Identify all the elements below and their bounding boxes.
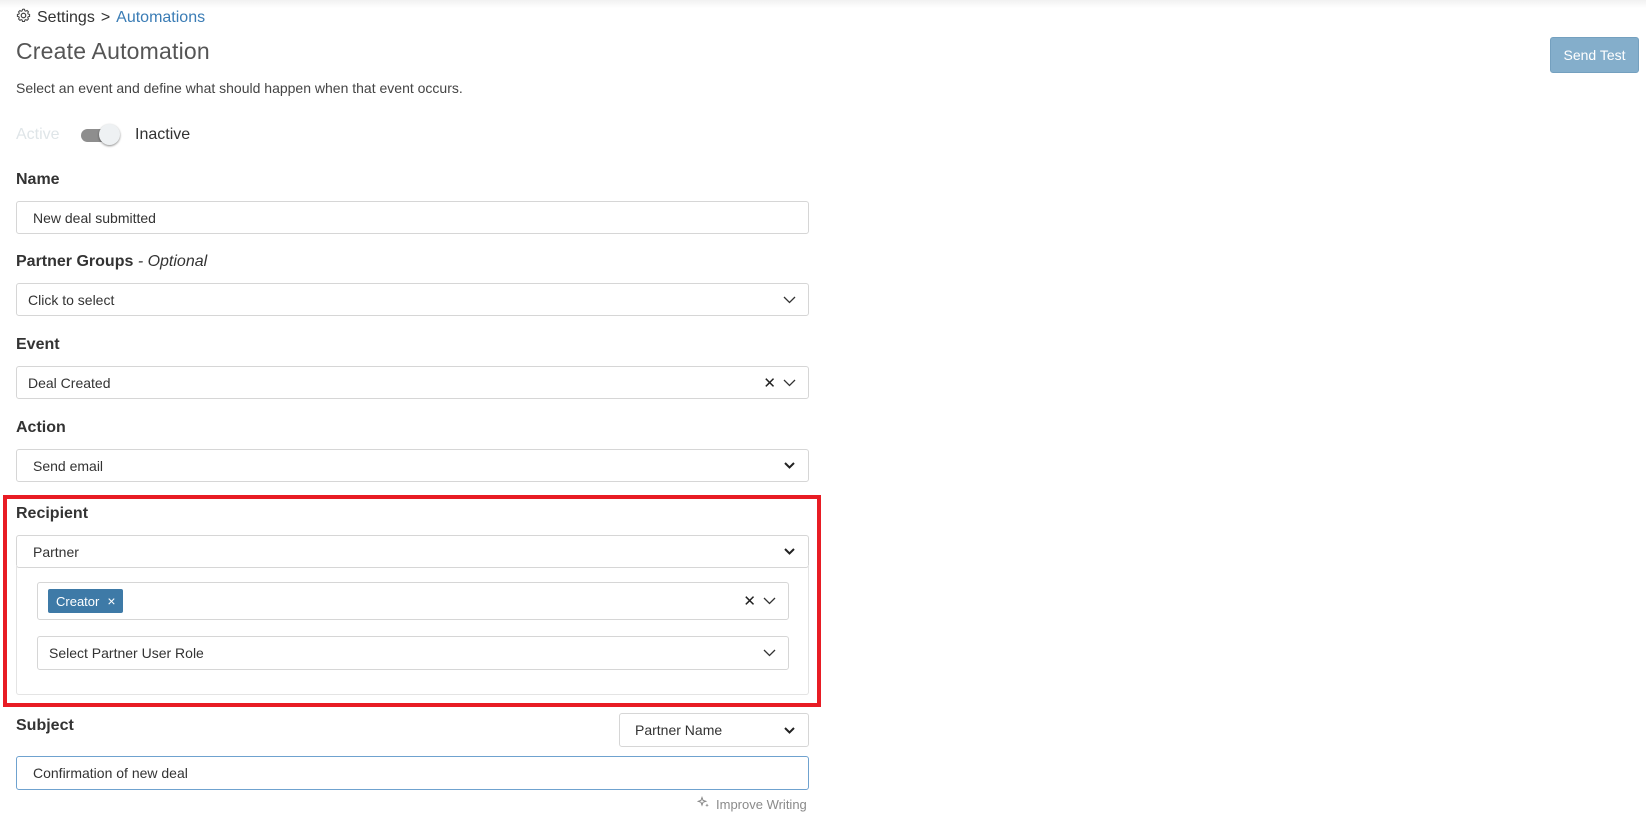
action-value: Send email	[33, 457, 104, 474]
chevron-down-icon[interactable]	[782, 376, 796, 390]
breadcrumb-automations-link[interactable]: Automations	[116, 9, 205, 27]
top-shadow	[0, 0, 1646, 8]
partner-groups-label: Partner Groups - Optional	[16, 253, 207, 271]
send-test-button[interactable]: Send Test	[1550, 37, 1639, 73]
name-label: Name	[16, 171, 60, 188]
action-select[interactable]: Send email	[16, 449, 809, 482]
subject-label: Subject	[16, 717, 74, 734]
chevron-down-icon[interactable]	[782, 723, 796, 737]
name-input[interactable]: New deal submitted	[16, 201, 809, 234]
chevron-down-icon[interactable]	[782, 459, 796, 473]
breadcrumb-separator: >	[100, 9, 111, 26]
improve-writing-label: Improve Writing	[716, 796, 807, 812]
event-label: Event	[16, 336, 60, 353]
partner-groups-label-text: Partner Groups	[16, 253, 134, 270]
breadcrumb: Settings > Automations	[16, 8, 205, 28]
breadcrumb-settings[interactable]: Settings	[37, 9, 95, 27]
subject-input-value: Confirmation of new deal	[33, 765, 188, 781]
status-toggle-row: Active Inactive	[16, 124, 190, 146]
name-input-value: New deal submitted	[33, 209, 156, 226]
page-title: Create Automation	[16, 38, 210, 64]
event-select[interactable]: Deal Created ✕	[16, 366, 809, 399]
active-label: Active	[16, 126, 60, 143]
partner-groups-placeholder: Click to select	[28, 291, 115, 308]
sparkle-icon	[696, 796, 710, 812]
clear-icon[interactable]: ✕	[763, 374, 776, 392]
subject-insert-field-select[interactable]: Partner Name	[619, 713, 809, 747]
active-toggle-switch[interactable]	[79, 124, 121, 146]
page-subtitle: Select an event and define what should h…	[16, 80, 463, 96]
action-label: Action	[16, 419, 66, 436]
gear-icon	[16, 8, 31, 28]
subject-input[interactable]: Confirmation of new deal	[16, 756, 809, 790]
partner-groups-select[interactable]: Click to select	[16, 283, 809, 316]
inactive-label: Inactive	[135, 126, 191, 143]
optional-hint: - Optional	[137, 253, 208, 270]
chevron-down-icon[interactable]	[782, 293, 796, 307]
event-value: Deal Created	[28, 374, 111, 391]
recipient-highlight-box	[3, 495, 821, 707]
improve-writing-button[interactable]: Improve Writing	[696, 796, 807, 812]
subject-insert-field-value: Partner Name	[635, 722, 723, 738]
toggle-knob	[99, 124, 120, 145]
